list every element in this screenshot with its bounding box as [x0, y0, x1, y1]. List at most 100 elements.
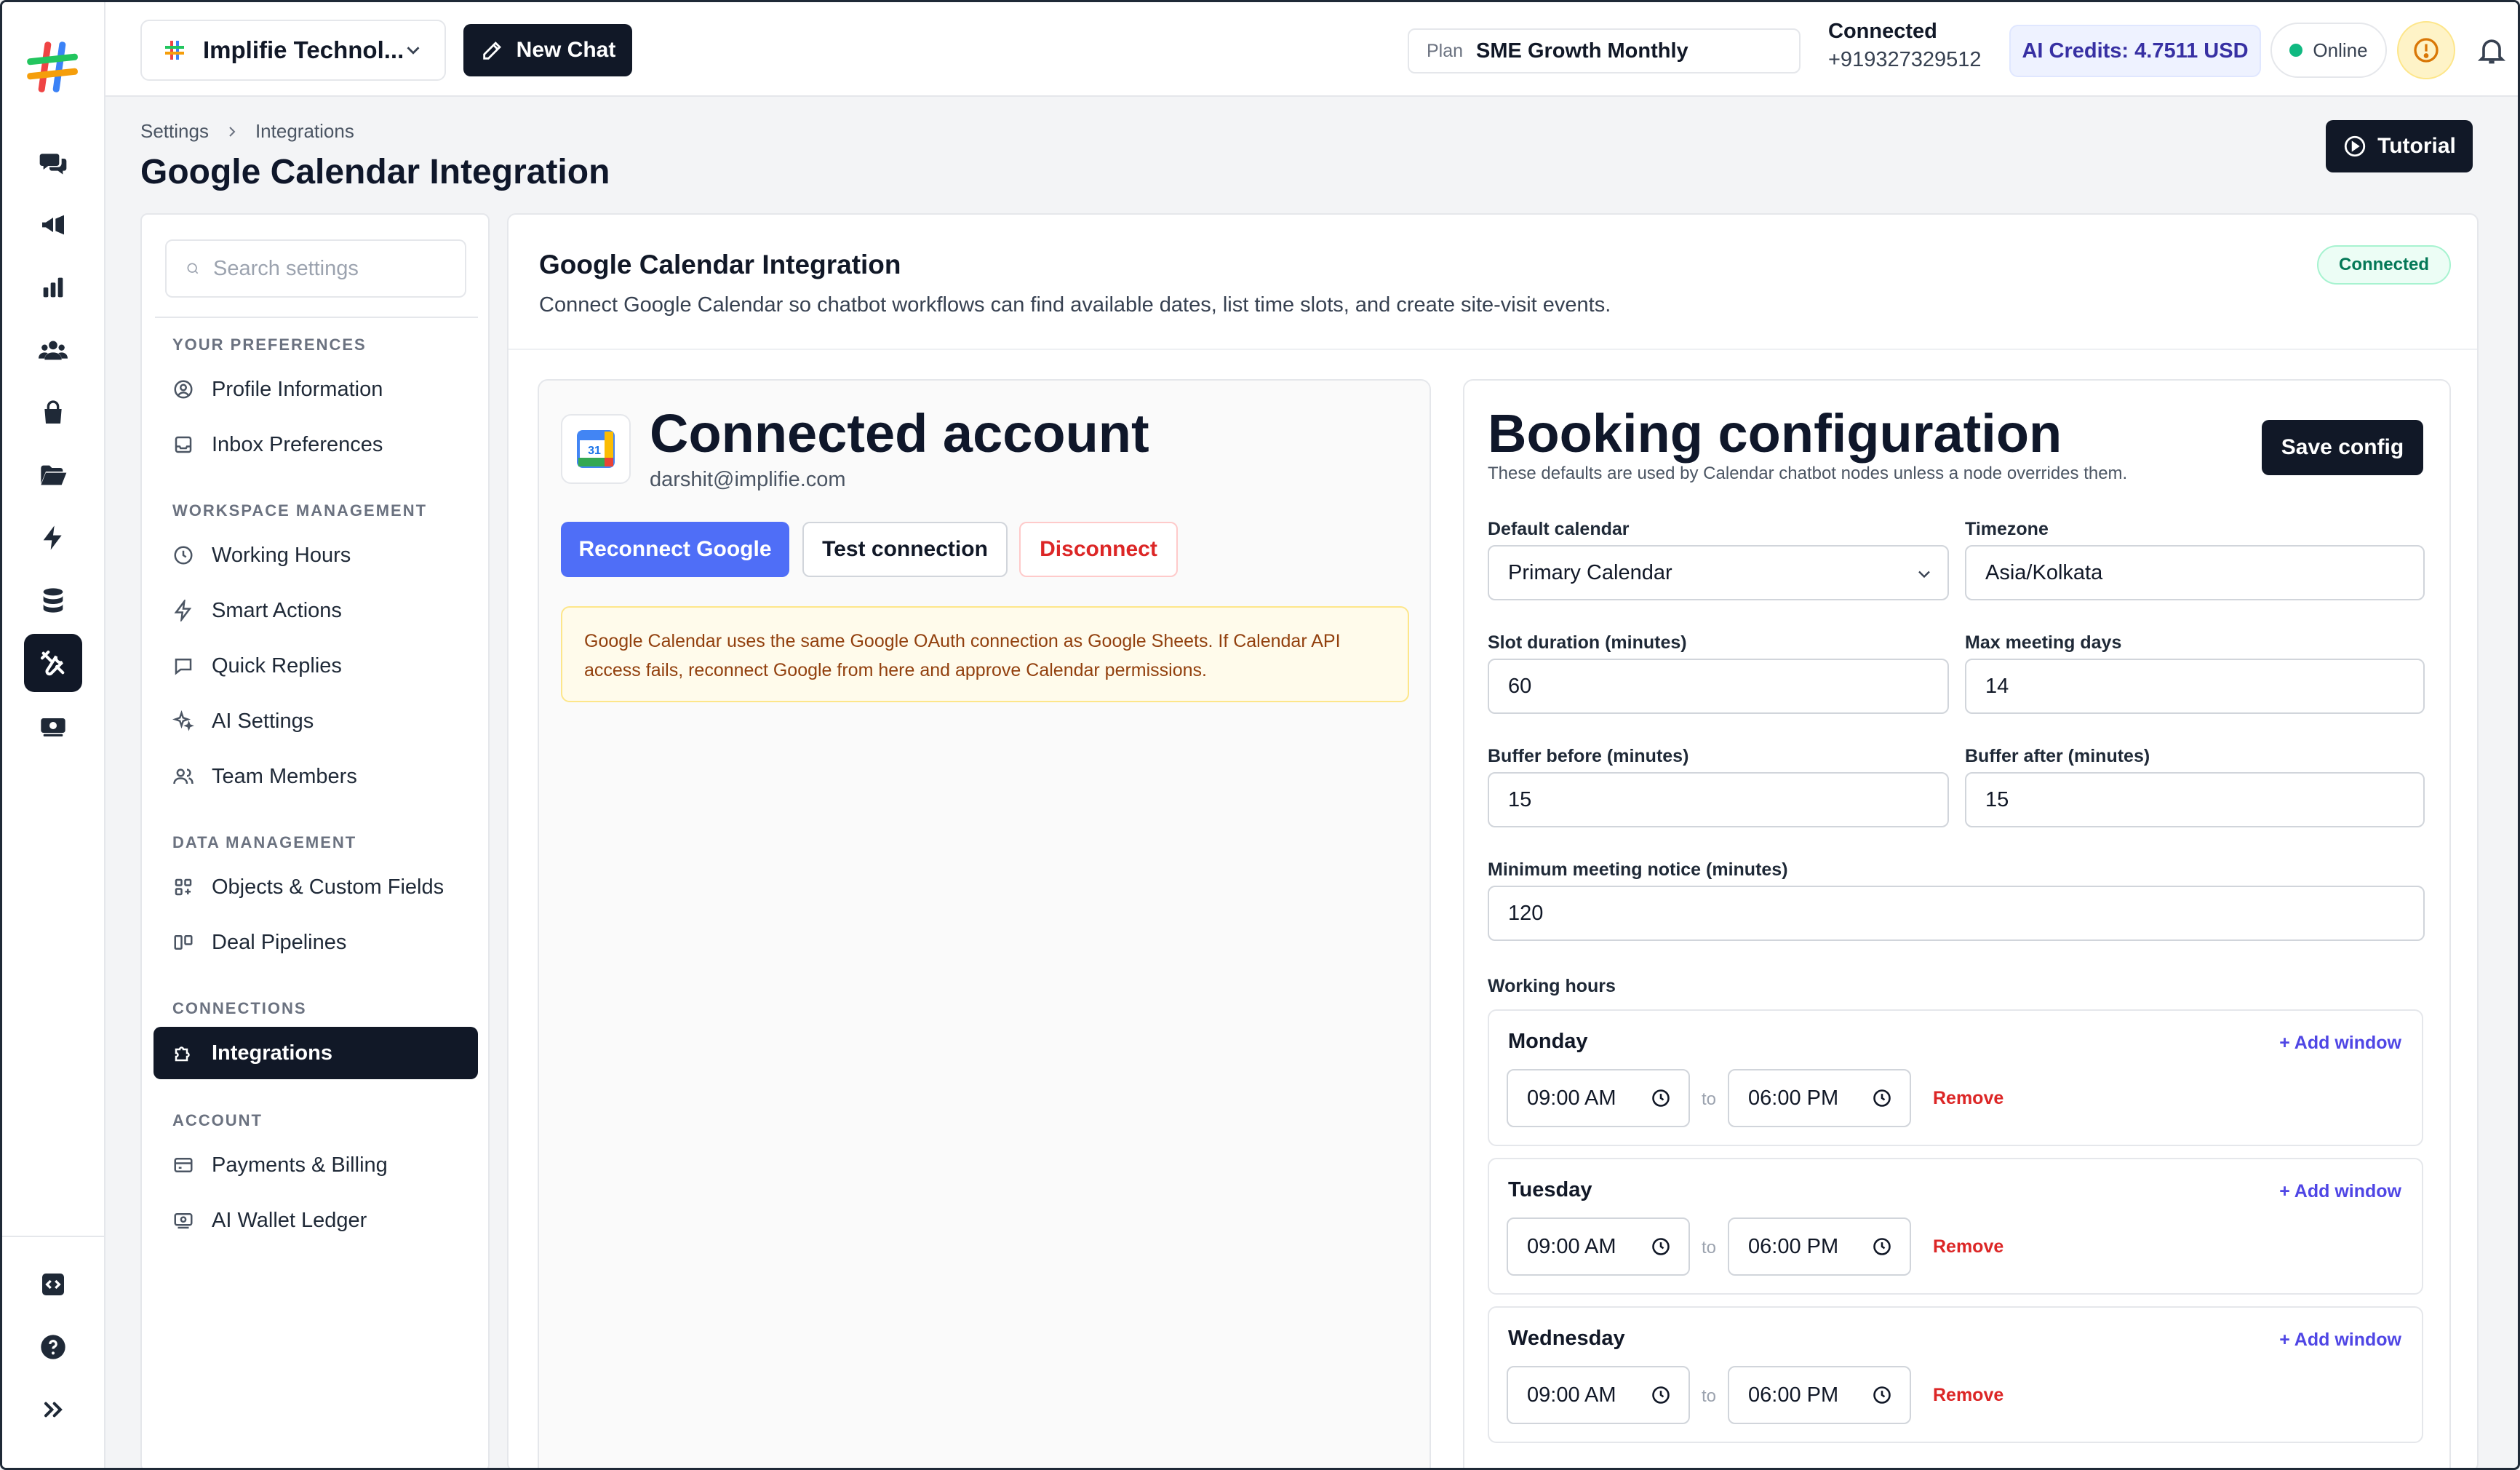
calendar-day-number: 31 [588, 445, 601, 457]
automation-icon[interactable] [24, 509, 82, 567]
day-name: Tuesday [1508, 1178, 1592, 1201]
timezone-field[interactable]: Asia/Kolkata [1965, 545, 2425, 600]
grid-plus-icon [175, 878, 192, 896]
day-name: Wednesday [1508, 1327, 1625, 1350]
sidebar-item-ai-settings[interactable]: AI Settings [153, 695, 478, 747]
test-connection-button[interactable]: Test connection [802, 522, 1008, 577]
to-label: to [1702, 1386, 1717, 1406]
start-time-field[interactable]: 09:00 AM [1507, 1069, 1690, 1127]
slot-duration-field[interactable]: 60 [1488, 659, 1949, 714]
reconnect-google-button[interactable]: Reconnect Google [561, 522, 789, 577]
nav-section-account: ACCOUNT [172, 1111, 263, 1129]
sidebar-item-label: Quick Replies [212, 653, 342, 678]
files-icon[interactable] [24, 446, 82, 504]
timezone-label: Timezone [1965, 519, 2049, 539]
buffer-after-field[interactable]: 15 [1965, 772, 2425, 827]
booking-subtitle: These defaults are used by Calendar chat… [1488, 464, 2128, 483]
breadcrumb: Settings Integrations [140, 120, 354, 143]
sidebar-item-wallet-ledger[interactable]: AI Wallet Ledger [153, 1194, 478, 1247]
add-window-button[interactable]: + Add window [2279, 1181, 2401, 1202]
start-time-field[interactable]: 09:00 AM [1507, 1217, 1690, 1276]
sidebar-item-working-hours[interactable]: Working Hours [153, 529, 478, 581]
to-label: to [1702, 1238, 1717, 1258]
settings-tools-icon[interactable] [24, 634, 82, 692]
account-title: Connected account [650, 403, 1149, 464]
start-time-field[interactable]: 09:00 AM [1507, 1366, 1690, 1424]
sidebar-item-label: Working Hours [212, 543, 351, 567]
sidebar-item-team-members[interactable]: Team Members [153, 750, 478, 803]
sidebar-item-deal-pipelines[interactable]: Deal Pipelines [153, 916, 478, 969]
breadcrumb-integrations[interactable]: Integrations [255, 120, 354, 143]
contacts-icon[interactable] [24, 321, 82, 379]
sidebar-item-label: Deal Pipelines [212, 930, 347, 954]
remove-window-button[interactable]: Remove [1933, 1088, 2003, 1109]
start-time-value: 09:00 AM [1527, 1086, 1616, 1110]
start-time-value: 09:00 AM [1527, 1383, 1616, 1407]
day-name: Monday [1508, 1030, 1588, 1053]
remove-window-button[interactable]: Remove [1933, 1385, 2003, 1406]
database-icon[interactable] [24, 571, 82, 629]
analytics-icon[interactable] [24, 258, 82, 317]
end-time-value: 06:00 PM [1748, 1086, 1839, 1110]
clock-icon [1873, 1089, 1891, 1107]
disconnect-button[interactable]: Disconnect [1019, 522, 1178, 577]
min-notice-label: Minimum meeting notice (minutes) [1488, 859, 1788, 880]
settings-sidebar: YOUR PREFERENCES Profile Information Inb… [140, 213, 490, 1468]
breadcrumb-settings[interactable]: Settings [140, 120, 209, 143]
oauth-alert: Google Calendar uses the same Google OAu… [561, 606, 1409, 702]
sidebar-item-inbox[interactable]: Inbox Preferences [153, 418, 478, 471]
new-chat-button[interactable]: New Chat [463, 24, 632, 76]
add-window-button[interactable]: + Add window [2279, 1330, 2401, 1351]
wallet-icon[interactable] [24, 696, 82, 755]
min-notice-field[interactable]: 120 [1488, 886, 2425, 941]
warning-icon[interactable] [2397, 21, 2455, 79]
plan-indicator: Plan SME Growth Monthly [1408, 28, 1801, 74]
search-input[interactable] [213, 256, 446, 281]
bell-icon[interactable] [2476, 34, 2508, 66]
sidebar-item-objects[interactable]: Objects & Custom Fields [153, 861, 478, 913]
new-chat-label: New Chat [516, 38, 616, 62]
save-config-button[interactable]: Save config [2262, 420, 2423, 475]
buffer-before-field[interactable]: 15 [1488, 772, 1949, 827]
sidebar-item-payments[interactable]: Payments & Billing [153, 1139, 478, 1191]
app-logo[interactable] [23, 37, 82, 97]
sidebar-item-smart-actions[interactable]: Smart Actions [153, 584, 478, 637]
status-dot [2289, 44, 2303, 57]
embed-code-icon[interactable] [24, 1255, 82, 1314]
clock-icon [1652, 1089, 1670, 1107]
settings-search[interactable] [165, 239, 466, 298]
expand-icon[interactable] [24, 1380, 82, 1439]
sidebar-item-label: AI Settings [212, 709, 314, 733]
sidebar-item-profile[interactable]: Profile Information [153, 363, 478, 416]
sidebar-item-label: Smart Actions [212, 598, 342, 622]
tutorial-button[interactable]: Tutorial [2326, 120, 2473, 172]
tutorial-label: Tutorial [2377, 134, 2456, 158]
help-icon[interactable] [24, 1318, 82, 1376]
google-calendar-icon: 31 [561, 414, 631, 484]
workspace-selector[interactable]: Implifie Technol... [140, 20, 446, 81]
working-hours-label: Working hours [1488, 976, 1616, 996]
campaigns-icon[interactable] [24, 196, 82, 254]
left-rail [2, 2, 105, 1468]
add-window-button[interactable]: + Add window [2279, 1033, 2401, 1054]
puzzle-icon [175, 1046, 190, 1062]
sidebar-item-integrations[interactable]: Integrations [153, 1027, 478, 1079]
clock-icon [1873, 1238, 1891, 1255]
end-time-value: 06:00 PM [1748, 1383, 1839, 1407]
online-status-toggle[interactable]: Online [2270, 23, 2387, 78]
sidebar-item-quick-replies[interactable]: Quick Replies [153, 640, 478, 692]
commerce-icon[interactable] [24, 384, 82, 442]
default-calendar-select[interactable]: Primary Calendar [1488, 545, 1949, 600]
remove-window-button[interactable]: Remove [1933, 1236, 2003, 1258]
integration-title: Google Calendar Integration [539, 250, 901, 279]
chats-icon[interactable] [24, 133, 82, 191]
clock-icon [174, 546, 193, 565]
day-card-wednesday: Wednesday + Add window 09:00 AM to 06:00… [1488, 1306, 2423, 1443]
users-icon [173, 768, 194, 784]
end-time-field[interactable]: 06:00 PM [1728, 1366, 1911, 1424]
ai-credits-badge[interactable]: AI Credits: 4.7511 USD [2009, 25, 2261, 77]
max-days-field[interactable]: 14 [1965, 659, 2425, 714]
end-time-field[interactable]: 06:00 PM [1728, 1217, 1911, 1276]
chevron-down-icon [407, 47, 420, 55]
end-time-field[interactable]: 06:00 PM [1728, 1069, 1911, 1127]
